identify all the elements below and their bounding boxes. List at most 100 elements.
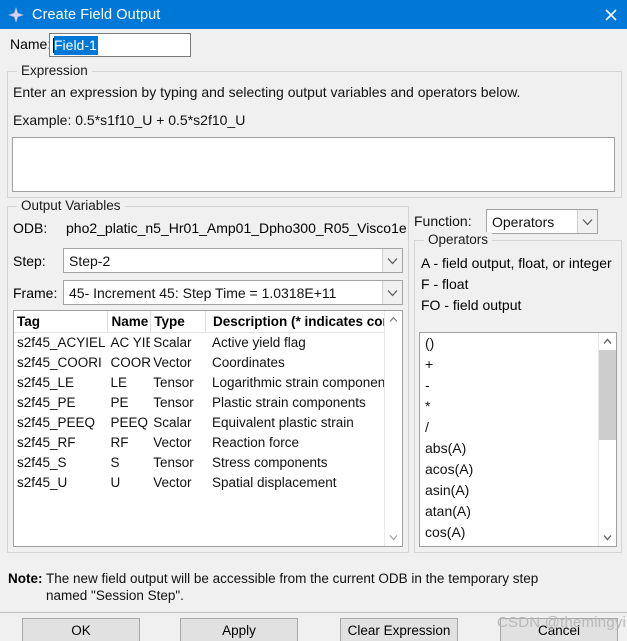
chevron-down-icon (382, 249, 402, 272)
expression-help-text: Enter an expression by typing and select… (13, 84, 521, 100)
operators-legend-fo: FO - field output (421, 297, 522, 313)
cell-name: COORD (110, 355, 151, 370)
operator-list-item[interactable]: - (420, 375, 598, 396)
operator-list-item[interactable]: / (420, 417, 598, 438)
cell-tag: s2f45_RF (17, 435, 76, 450)
output-variables-table[interactable]: Tag Name Type Description (* indicates c… (13, 310, 403, 547)
note-line-1: The new field output will be accessible … (46, 571, 539, 586)
scroll-up-icon[interactable] (385, 311, 402, 328)
cell-type: Scalar (153, 415, 192, 430)
operator-list-item[interactable]: atan(A) (420, 501, 598, 522)
operators-vertical-scrollbar[interactable] (598, 333, 616, 546)
table-row[interactable]: s2f45_U U Vector Spatial displacement (14, 473, 384, 493)
table-row[interactable]: s2f45_PEEQ PEEQ Scalar Equivalent plastic s… (14, 413, 384, 433)
operators-group-title: Operators (424, 232, 493, 247)
operator-list-item[interactable]: asin(A) (420, 480, 598, 501)
cell-name: PE (110, 395, 129, 410)
operator-list-item[interactable]: acos(A) (420, 459, 598, 480)
chevron-down-icon (577, 210, 597, 233)
table-row[interactable]: s2f45_PE PE Tensor Plastic strain component… (14, 393, 384, 413)
operator-list-item[interactable]: abs(A) (420, 438, 598, 459)
operators-legend-f: F - float (421, 276, 469, 292)
name-label: Name: (10, 36, 52, 52)
operators-list-items: () + - * / abs(A) acos(A) asin(A) atan(A) cos(A) (420, 333, 598, 546)
cell-tag: s2f45_PE (17, 395, 76, 410)
table-row[interactable]: s2f45_COORI COORDVector Coordinates (14, 353, 384, 373)
note-line-2: named "Session Step". (46, 588, 184, 603)
cell-name: RF (110, 435, 129, 450)
title-bar: Create Field Output (0, 0, 627, 29)
cell-description: Equivalent plastic strain (211, 415, 354, 430)
column-header-tag[interactable]: Tag (14, 311, 107, 332)
operator-list-item[interactable]: + (420, 354, 598, 375)
cell-description: Logarithmic strain componen (211, 375, 384, 390)
operator-list-item[interactable]: () (420, 333, 598, 354)
operator-list-item[interactable]: cos(A) (420, 522, 598, 543)
scroll-up-icon[interactable] (599, 333, 616, 350)
table-row[interactable]: s2f45_RF RF Vector Reaction force (14, 433, 384, 453)
expression-group: Expression Enter an expression by typing… (7, 63, 622, 198)
ok-button[interactable]: OK (22, 618, 140, 641)
cell-name: AC YIELI (110, 335, 150, 350)
cell-description: Plastic strain components (211, 395, 366, 410)
cell-description: Active yield flag (211, 335, 306, 350)
frame-dropdown[interactable]: 45- Increment 45: Step Time = 1.0318E+11 (63, 280, 403, 305)
function-label: Function: (414, 213, 472, 229)
column-header-name[interactable]: Name (107, 311, 150, 332)
operator-list-item[interactable]: * (420, 396, 598, 417)
frame-label: Frame: (13, 285, 58, 301)
cancel-button[interactable]: Cancel (500, 618, 618, 641)
cell-tag: s2f45_U (17, 475, 68, 490)
name-input[interactable]: Field-1 (49, 33, 191, 57)
cell-description: Stress components (211, 455, 328, 470)
table-row[interactable]: s2f45_LE LE Tensor Logarithmic strain compo… (14, 373, 384, 393)
expression-example-text: Example: 0.5*s1f10_U + 0.5*s2f10_U (13, 112, 246, 128)
column-header-type[interactable]: Type (150, 311, 205, 332)
step-label: Step: (13, 253, 46, 269)
frame-dropdown-value: 45- Increment 45: Step Time = 1.0318E+11 (69, 284, 337, 301)
table-vertical-scrollbar[interactable] (384, 311, 402, 546)
cell-type: Scalar (153, 335, 192, 350)
scroll-track[interactable] (599, 350, 616, 529)
expression-input[interactable] (12, 137, 615, 192)
scroll-thumb[interactable] (599, 350, 616, 440)
cell-description: Coordinates (211, 355, 285, 370)
cell-type: Tensor (153, 395, 194, 410)
close-icon (605, 8, 617, 21)
cell-name: U (110, 475, 121, 490)
button-separator (0, 612, 627, 613)
output-variables-group: Output Variables ODB: pho2_platic_n5_Hr0… (7, 198, 409, 553)
step-dropdown[interactable]: Step-2 (63, 248, 403, 273)
function-dropdown-value: Operators (492, 213, 555, 230)
column-header-description[interactable]: Description (* indicates comp (204, 311, 384, 332)
operators-legend-a: A - field output, float, or integer (421, 255, 612, 271)
odb-label: ODB: (13, 220, 48, 236)
cell-type: Vector (153, 355, 192, 370)
name-input-value: Field-1 (54, 35, 98, 55)
cell-tag: s2f45_COORI (17, 355, 102, 370)
cell-description: Spatial displacement (211, 475, 337, 490)
apply-button[interactable]: Apply (180, 618, 298, 641)
scroll-down-icon[interactable] (385, 529, 402, 546)
clear-expression-button[interactable]: Clear Expression (340, 618, 458, 641)
odb-value: pho2_platic_n5_Hr01_Amp01_Dpho300_R05_Vi… (66, 220, 406, 236)
scroll-track[interactable] (385, 328, 402, 529)
cell-description: Reaction force (211, 435, 300, 450)
cell-tag: s2f45_ACYIEL (17, 335, 106, 350)
close-button[interactable] (591, 0, 627, 29)
function-dropdown[interactable]: Operators (486, 209, 598, 234)
expression-group-title: Expression (17, 63, 92, 78)
operators-group: Operators A - field output, float, or in… (414, 232, 622, 553)
cell-type: Tensor (153, 375, 194, 390)
table-row[interactable]: s2f45_ACYIEL AC YIELIScalar Active yield f… (14, 333, 384, 353)
cell-tag: s2f45_PEEQ (17, 415, 96, 430)
step-dropdown-value: Step-2 (69, 252, 111, 269)
table-header-row: Tag Name Type Description (* indicates c… (14, 311, 384, 333)
window-title: Create Field Output (32, 6, 161, 23)
operators-list[interactable]: () + - * / abs(A) acos(A) asin(A) atan(A) cos(A) (419, 332, 617, 547)
chevron-down-icon (382, 281, 402, 304)
scroll-down-icon[interactable] (599, 529, 616, 546)
cell-type: Tensor (153, 455, 194, 470)
table-row[interactable]: s2f45_S S Tensor Stress components (14, 453, 384, 473)
note-label: Note: (8, 571, 43, 586)
